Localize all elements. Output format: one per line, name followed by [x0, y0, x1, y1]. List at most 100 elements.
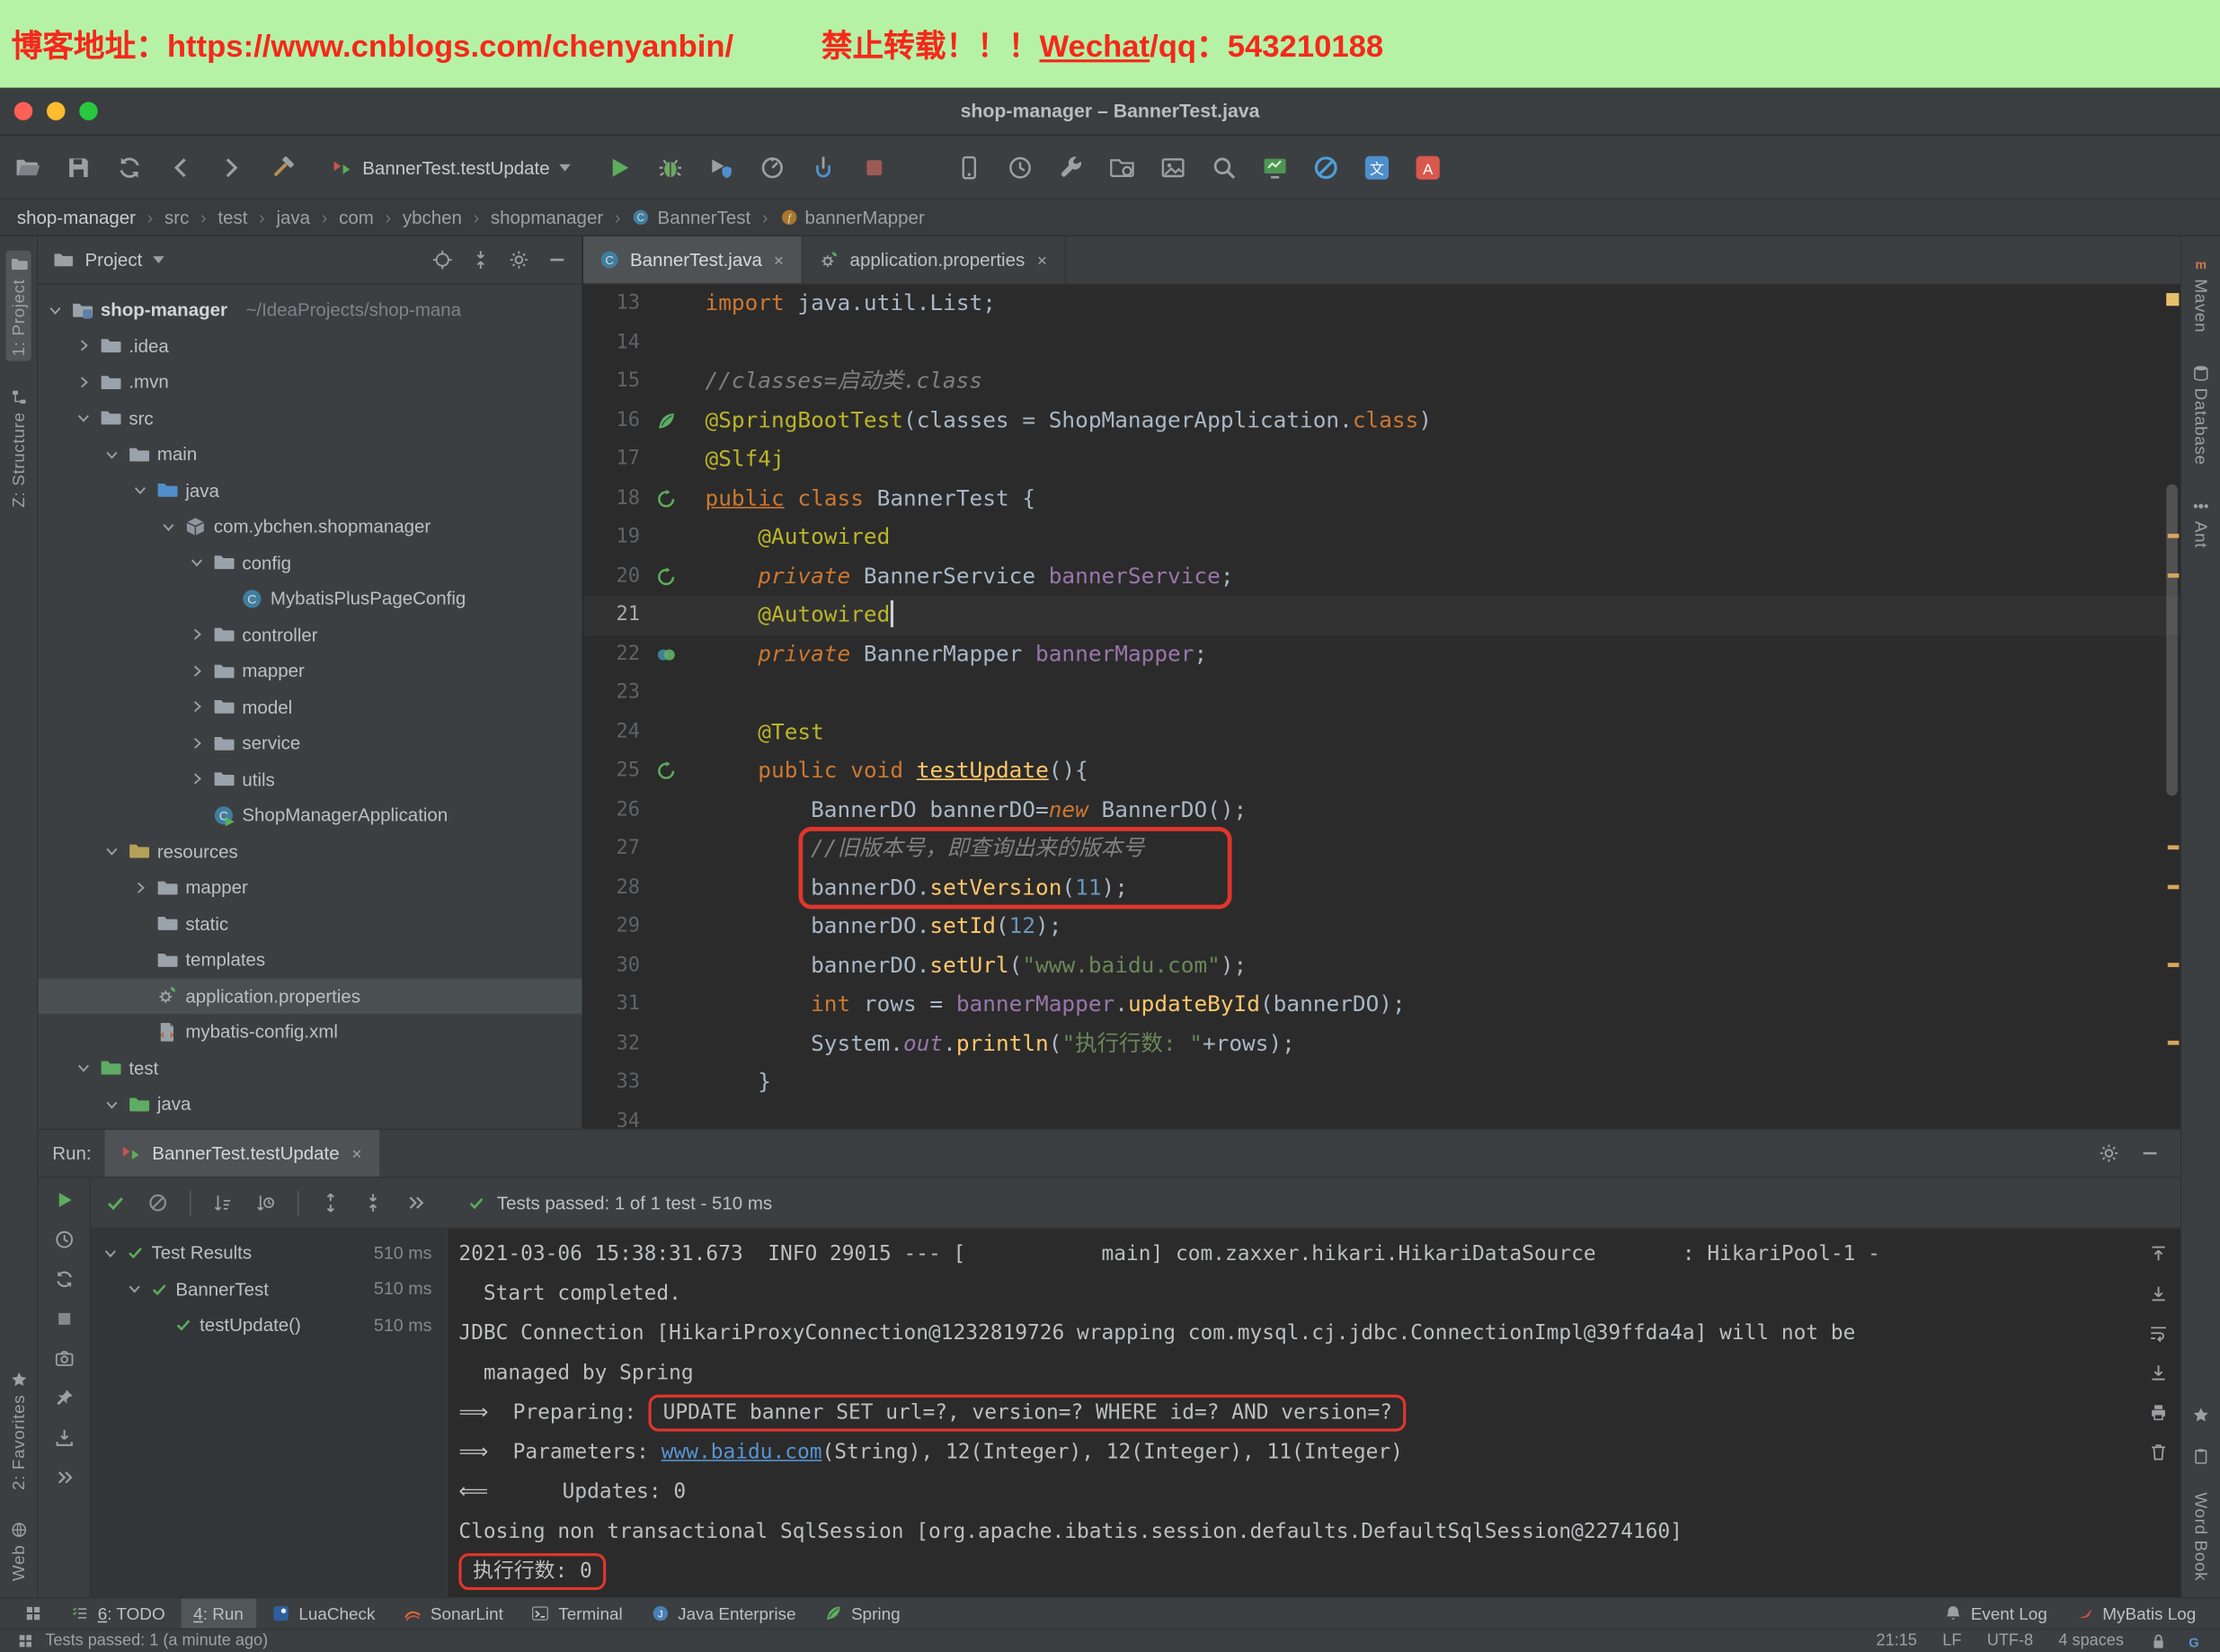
- code-line[interactable]: 24 @Test: [583, 713, 2180, 751]
- project-tree-item[interactable]: src: [39, 400, 582, 436]
- collapse-all-icon[interactable]: [362, 1192, 384, 1213]
- breadcrumb-item[interactable]: CBannerTest: [632, 207, 750, 228]
- chevron-right-icon[interactable]: [189, 662, 206, 679]
- rerun-failed-icon[interactable]: [105, 1192, 127, 1213]
- more-icon[interactable]: [53, 1467, 75, 1488]
- expand-all-icon[interactable]: [320, 1192, 342, 1213]
- tool-window-button[interactable]: SonarLint: [391, 1598, 516, 1630]
- error-stripe-mark[interactable]: [2168, 534, 2180, 538]
- test-tree-node[interactable]: Test Results510 ms: [91, 1235, 446, 1271]
- project-tree-item[interactable]: service: [39, 725, 582, 761]
- breadcrumb-item[interactable]: shop-manager: [17, 207, 136, 228]
- chevron-right-icon[interactable]: [75, 373, 92, 390]
- pin-icon[interactable]: [53, 1388, 75, 1409]
- import-results-icon[interactable]: [53, 1427, 75, 1449]
- profiler-icon[interactable]: [759, 154, 786, 181]
- refresh-icon[interactable]: [53, 1268, 75, 1290]
- translate-icon[interactable]: 文: [1363, 154, 1390, 181]
- project-tree-item[interactable]: java: [39, 1086, 582, 1122]
- project-tree-item[interactable]: model: [39, 688, 582, 724]
- error-stripe-mark[interactable]: [2168, 1040, 2180, 1044]
- run-tab[interactable]: BannerTest.testUpdate: [105, 1130, 378, 1177]
- monitor-icon[interactable]: [1262, 154, 1289, 181]
- chevron-down-icon[interactable]: [75, 410, 92, 427]
- more-icon[interactable]: [405, 1192, 427, 1213]
- forward-icon[interactable]: [218, 154, 245, 181]
- editor-tab[interactable]: CBannerTest.java: [583, 236, 804, 283]
- stop-icon[interactable]: [861, 154, 888, 181]
- project-tree-item[interactable]: templates: [39, 942, 582, 978]
- chevron-right-icon[interactable]: [189, 698, 206, 715]
- code-line[interactable]: 33 }: [583, 1063, 2180, 1102]
- close-icon[interactable]: [1035, 253, 1049, 267]
- window-switcher-icon[interactable]: [17, 1632, 34, 1649]
- indent-indicator[interactable]: 4 spaces: [2058, 1632, 2124, 1649]
- print-icon[interactable]: [2147, 1402, 2169, 1424]
- chevron-right-icon[interactable]: [189, 770, 206, 787]
- breadcrumb-item[interactable]: fbannerMapper: [779, 207, 925, 228]
- project-tree-item[interactable]: static: [39, 905, 582, 941]
- project-tree-item[interactable]: .idea: [39, 328, 582, 364]
- gear-icon[interactable]: [509, 249, 530, 271]
- chevron-down-icon[interactable]: [47, 301, 64, 318]
- project-tree-item[interactable]: application.properties: [39, 978, 582, 1014]
- debug-icon[interactable]: [657, 154, 684, 181]
- tool-window-button[interactable]: [12, 1598, 56, 1630]
- spring-leaf-icon[interactable]: [655, 410, 677, 431]
- star-icon[interactable]: [2192, 1407, 2210, 1425]
- code-line[interactable]: 21 @Autowired: [583, 596, 2180, 635]
- tool-window-button[interactable]: Web: [5, 1517, 31, 1586]
- status-message[interactable]: Tests passed: 1 (a minute ago): [45, 1632, 268, 1649]
- grep-console-icon[interactable]: G: [2185, 1632, 2203, 1650]
- chevron-down-icon[interactable]: [75, 1060, 92, 1077]
- project-tree-item[interactable]: main: [39, 436, 582, 472]
- chevron-down-icon[interactable]: [103, 1096, 120, 1113]
- tool-window-button[interactable]: MyBatis Log: [2063, 1598, 2208, 1630]
- project-tree-item[interactable]: java: [39, 472, 582, 508]
- project-tree-item[interactable]: shop-manager~/IdeaProjects/shop-mana: [39, 292, 582, 328]
- code-line[interactable]: 27 //旧版本号，即查询出来的版本号: [583, 830, 2180, 868]
- code-line[interactable]: 18public class BannerTest {: [583, 479, 2180, 518]
- gear-icon[interactable]: [2099, 1142, 2120, 1164]
- tool-window-button[interactable]: 1: Project: [5, 251, 31, 360]
- error-stripe-mark[interactable]: [2168, 573, 2180, 577]
- code-line[interactable]: 16@SpringBootTest(classes = ShopManagerA…: [583, 402, 2180, 440]
- chevron-right-icon[interactable]: [75, 337, 92, 354]
- tool-window-button[interactable]: Ant: [2189, 493, 2214, 553]
- error-stripe-mark[interactable]: [2168, 884, 2180, 889]
- tool-window-button[interactable]: LuaCheck: [259, 1598, 387, 1630]
- chevron-down-icon[interactable]: [102, 1244, 119, 1261]
- tool-window-button[interactable]: Word Book: [2189, 1488, 2214, 1585]
- breadcrumb-item[interactable]: test: [218, 207, 247, 228]
- error-stripe-mark[interactable]: [2168, 845, 2180, 849]
- tool-window-button[interactable]: JJava Enterprise: [638, 1598, 809, 1630]
- code-line[interactable]: 31 int rows = bannerMapper.updateById(ba…: [583, 985, 2180, 1024]
- hide-icon[interactable]: [2139, 1142, 2161, 1164]
- clock-icon[interactable]: [1007, 154, 1034, 181]
- code-line[interactable]: 22 private BannerMapper bannerMapper;: [583, 635, 2180, 674]
- scroll-down-icon[interactable]: [2147, 1283, 2169, 1304]
- capture-image-icon[interactable]: [1160, 154, 1187, 181]
- tool-window-button[interactable]: Spring: [812, 1598, 913, 1630]
- chevron-down-icon[interactable]: [132, 482, 149, 499]
- run-console[interactable]: 2021-03-06 15:38:31.673 INFO 29015 --- […: [448, 1229, 2136, 1597]
- spring-bean-icon[interactable]: [655, 644, 677, 665]
- chevron-down-icon[interactable]: [154, 256, 165, 263]
- tool-window-button[interactable]: 6: TODO: [58, 1598, 178, 1630]
- project-tree-item[interactable]: com.ybchen.shopmanager: [39, 509, 582, 545]
- project-structure-icon[interactable]: [1109, 154, 1136, 181]
- code-line[interactable]: 14: [583, 324, 2180, 362]
- project-tree-item[interactable]: controller: [39, 617, 582, 653]
- test-tree-node[interactable]: BannerTest510 ms: [91, 1271, 446, 1307]
- run-config-selector[interactable]: BannerTest.testUpdate: [332, 156, 572, 178]
- code-line[interactable]: 25 public void testUpdate(){: [583, 751, 2180, 790]
- back-icon[interactable]: [167, 154, 194, 181]
- tool-window-button[interactable]: 2: Favorites: [5, 1366, 31, 1495]
- chevron-down-icon[interactable]: [103, 843, 120, 860]
- save-icon[interactable]: [65, 154, 92, 181]
- code-line[interactable]: 26 BannerDO bannerDO=new BannerDO();: [583, 791, 2180, 830]
- screenshot-icon[interactable]: [53, 1348, 75, 1370]
- chevron-right-icon[interactable]: [132, 879, 149, 896]
- settings-wrench-icon[interactable]: [1058, 154, 1085, 181]
- soft-wrap-icon[interactable]: [2147, 1322, 2169, 1344]
